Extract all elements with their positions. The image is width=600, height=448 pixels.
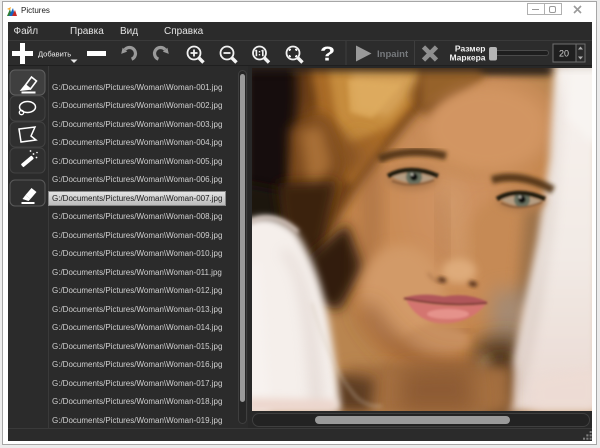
svg-text:?: ? [320, 41, 335, 64]
svg-text:20: 20 [559, 49, 569, 59]
svg-text:Добавить: Добавить [38, 50, 71, 59]
svg-text:Маркера: Маркера [449, 53, 485, 63]
svg-text:Inpaint: Inpaint [377, 49, 409, 60]
